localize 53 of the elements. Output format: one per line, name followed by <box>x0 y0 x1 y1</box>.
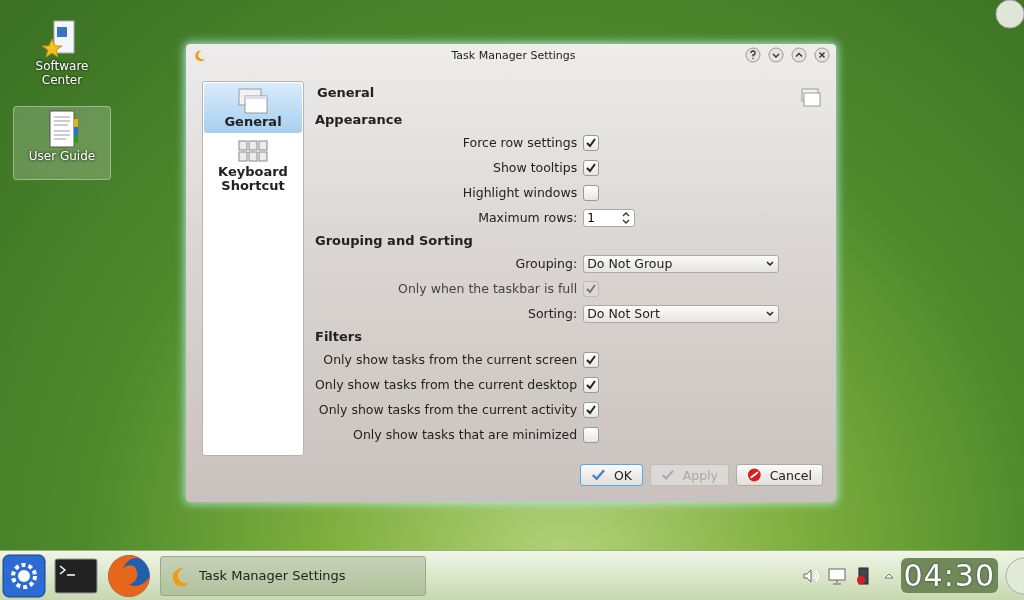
icon-label: Software Center <box>34 59 90 87</box>
field-label: Only show tasks that are minimized <box>353 426 578 444</box>
window-title: Task Manager Settings <box>450 48 577 62</box>
field-label: Show tooltips <box>492 159 578 177</box>
taskbar-task[interactable]: Task Manager Settings <box>160 555 426 596</box>
section-heading: Grouping and Sorting <box>315 232 474 250</box>
confirm-button[interactable]: OK <box>580 464 643 486</box>
checkmark-icon <box>591 467 606 483</box>
field-label: Sorting: <box>528 305 578 323</box>
section-heading: Filters <box>315 328 363 346</box>
globe-icon[interactable] <box>106 552 152 599</box>
app-icon <box>192 48 206 62</box>
maximize-icon[interactable] <box>791 47 807 63</box>
checkmark-icon <box>661 467 675 483</box>
desktop-icon[interactable]: Software Center <box>13 16 111 90</box>
monitor-icon[interactable] <box>826 565 847 586</box>
icon-label: User Guide <box>27 149 97 163</box>
windows-icon <box>800 86 822 108</box>
field-label: Force row settings <box>462 134 578 152</box>
field-label: Highlight windows <box>462 184 578 202</box>
gear-icon[interactable] <box>2 553 46 598</box>
desktop-icon[interactable]: User Guide <box>13 106 111 180</box>
checkbox[interactable] <box>583 159 600 176</box>
caret-icon <box>765 308 776 319</box>
keyboard-icon <box>237 137 269 165</box>
help-icon[interactable] <box>745 47 761 63</box>
field-label: Maximum rows: <box>478 209 578 227</box>
caret-icon <box>765 258 776 269</box>
cancel-button[interactable]: Cancel <box>736 464 823 486</box>
checkbox[interactable] <box>583 401 600 418</box>
checkbox[interactable] <box>583 184 600 201</box>
checkbox[interactable] <box>583 376 600 393</box>
clock[interactable]: 04:30 <box>900 558 998 593</box>
page-title: General <box>317 84 375 100</box>
windows-icon <box>237 87 269 115</box>
spin-box[interactable]: 1 <box>583 208 636 227</box>
section-heading: Appearance <box>315 111 404 129</box>
close-icon[interactable] <box>814 47 830 63</box>
terminal-icon[interactable] <box>54 557 98 594</box>
field-label: Only when the taskbar is full <box>398 280 578 298</box>
field-label: Only show tasks from the current desktop <box>315 376 578 394</box>
sidebar-item[interactable]: Keyboard Shortcut <box>204 133 302 197</box>
dropdown[interactable]: Do Not Group <box>583 254 780 273</box>
dropdown[interactable]: Do Not Sort <box>583 304 780 323</box>
field-label: Grouping: <box>515 255 578 273</box>
minimize-icon[interactable] <box>768 47 784 63</box>
field-label: Only show tasks from the current activity <box>318 401 578 419</box>
checkbox[interactable] <box>583 134 600 151</box>
field-label: Only show tasks from the current screen <box>323 351 578 369</box>
cancel-icon <box>747 467 762 483</box>
checkbox[interactable] <box>583 426 600 443</box>
checkbox[interactable] <box>583 351 600 368</box>
sidebar-item[interactable]: General <box>204 83 302 133</box>
